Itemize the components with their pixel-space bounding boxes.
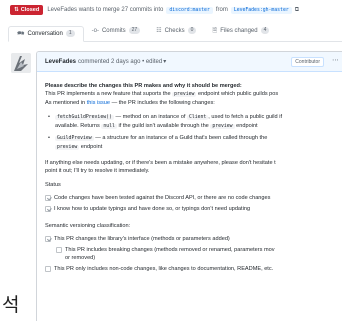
- task-checkbox[interactable]: [56, 247, 62, 253]
- intro-text: This PR implements a new feature that su…: [45, 91, 171, 97]
- commit-icon: -o-: [91, 27, 99, 34]
- inline-code: Client: [186, 115, 209, 120]
- inline-code: null: [101, 124, 117, 129]
- tab-label: Commits: [101, 27, 126, 34]
- list-text: — method on an instance of: [115, 114, 186, 120]
- list-text: available. Returns: [55, 123, 100, 129]
- tab-commits[interactable]: -o- Commits 27: [84, 25, 149, 41]
- pr-header: ⇅ Closed LeveFades wants to merge 27 com…: [0, 0, 342, 20]
- task-item: This PR includes breaking changes (metho…: [45, 246, 334, 262]
- checklist-icon: ☷: [156, 28, 162, 34]
- tab-count: 4: [260, 27, 270, 34]
- list-text: if the guild isn't available through the: [118, 123, 209, 129]
- issue-link[interactable]: this issue: [87, 100, 110, 106]
- base-branch[interactable]: discord:master: [166, 6, 213, 14]
- task-checkbox[interactable]: [45, 266, 51, 272]
- pr-tabs: 🗪 Conversation 1 -o- Commits 27 ☷ Checks…: [8, 26, 342, 42]
- changes-list: fetchGuildPreview() — method on an insta…: [45, 113, 334, 152]
- file-diff-icon: 🗎: [212, 27, 218, 34]
- head-branch[interactable]: LeveFades:gh-master: [230, 6, 292, 14]
- list-text: endpoint: [80, 144, 103, 150]
- pr-meta: LeveFades wants to merge 27 commits into…: [47, 6, 299, 14]
- task-item: This PR only includes non-code changes, …: [45, 265, 334, 273]
- avatar[interactable]: [11, 53, 31, 73]
- list-item: GuildPreview — a structure for an instan…: [45, 134, 334, 152]
- tab-label: Conversation: [27, 30, 63, 37]
- closing-paragraph: If anything else needs updating, or if t…: [45, 159, 334, 175]
- copy-icon[interactable]: ⧉: [295, 7, 299, 14]
- list-item: fetchGuildPreview() — method on an insta…: [45, 113, 334, 131]
- from-word: from: [215, 7, 228, 13]
- pr-merge-text: LeveFades wants to merge 27 commits into: [47, 7, 164, 13]
- comment-author[interactable]: LeveFades: [45, 59, 76, 65]
- closing-text: If anything else needs updating, or if t…: [45, 160, 276, 166]
- comment-discussion-icon: 🗪: [17, 30, 25, 37]
- pr-state-badge: ⇅ Closed: [10, 5, 44, 15]
- intro-text: — the PR includes the following changes:: [111, 100, 215, 106]
- inline-code: preview: [172, 92, 197, 97]
- task-label: Code changes have been tested against th…: [54, 195, 271, 201]
- task-label: This PR only includes non-code changes, …: [54, 266, 274, 272]
- inline-code: preview: [55, 145, 80, 150]
- list-text: endpoint: [236, 123, 258, 129]
- task-checkbox[interactable]: [45, 206, 51, 212]
- task-checkbox[interactable]: [45, 195, 51, 201]
- task-label: I know how to update typings and have do…: [54, 206, 251, 212]
- task-label: This PR changes the library's interface …: [54, 236, 230, 242]
- list-text: — a structure for an instance of a Guild…: [95, 135, 268, 141]
- tab-label: Checks: [164, 27, 185, 34]
- list-text: , used to fetch a public guild if: [208, 114, 282, 120]
- task-label-wrap: This PR includes breaking changes (metho…: [65, 246, 275, 262]
- tab-label: Files changed: [220, 27, 258, 34]
- intro-text: As mentioned in: [45, 100, 86, 106]
- closing-text: point it out; I'll try to resolve it imm…: [45, 168, 150, 174]
- comment-meta[interactable]: commented 2 days ago • edited: [78, 59, 162, 65]
- tab-checks[interactable]: ☷ Checks 0: [148, 25, 204, 41]
- status-heading: Status: [45, 182, 61, 188]
- avatar-image: [11, 53, 31, 73]
- inline-code: preview: [210, 124, 235, 129]
- semver-heading: Semantic versioning classification:: [45, 223, 131, 229]
- task-label: or removed): [65, 255, 96, 261]
- tab-count: 27: [128, 27, 141, 34]
- side-character: 석: [2, 294, 20, 316]
- tab-count: 0: [187, 27, 197, 34]
- task-item: I know how to update typings and have do…: [45, 205, 334, 213]
- comment-header: LeveFades commented 2 days ago • edited …: [37, 52, 342, 72]
- inline-code: fetchGuildPreview(): [55, 115, 114, 120]
- pr-question: Please describe the changes this PR make…: [45, 83, 242, 89]
- chevron-down-icon[interactable]: ▾: [163, 58, 166, 65]
- task-label: This PR includes breaking changes (metho…: [65, 247, 275, 253]
- tab-count: 1: [65, 30, 75, 37]
- intro-text: endpoint which public guilds pos: [197, 91, 279, 97]
- inline-code: GuildPreview: [55, 136, 94, 141]
- tab-conversation[interactable]: 🗪 Conversation 1: [8, 26, 84, 42]
- comment-body: Please describe the changes this PR make…: [37, 72, 342, 273]
- kebab-horizontal-icon[interactable]: ⋯: [332, 56, 339, 64]
- pull-request-icon: ⇅: [14, 7, 19, 13]
- contributor-badge: Contributor: [291, 57, 324, 67]
- task-checkbox[interactable]: [45, 236, 51, 242]
- task-item: Code changes have been tested against th…: [45, 194, 334, 202]
- intro-paragraph: This PR implements a new feature that su…: [45, 90, 334, 107]
- tab-files-changed[interactable]: 🗎 Files changed 4: [204, 25, 277, 41]
- pr-state-label: Closed: [20, 7, 40, 13]
- task-item: This PR changes the library's interface …: [45, 235, 334, 243]
- comment-box: LeveFades commented 2 days ago • edited …: [36, 51, 342, 321]
